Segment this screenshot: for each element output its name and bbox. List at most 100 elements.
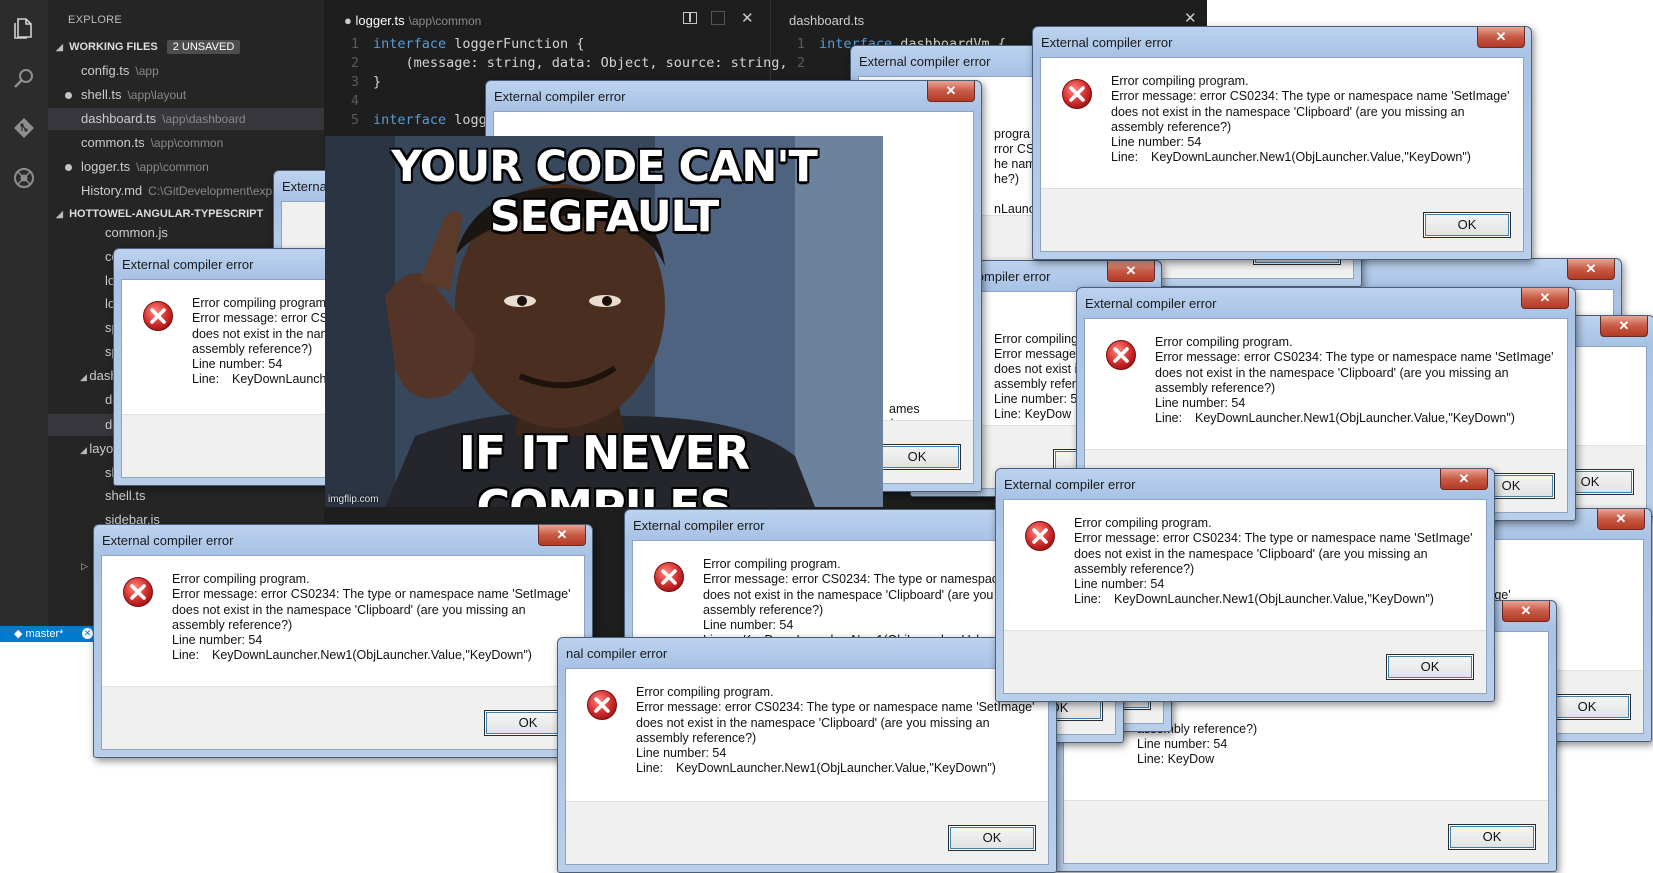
error-message: Error compiling program. Error message: e… — [1155, 335, 1554, 426]
line-number: 1 — [350, 36, 359, 52]
error-icon — [1105, 339, 1137, 371]
error-icon — [122, 576, 154, 608]
error-icon — [1061, 78, 1093, 110]
dialog-footer: OK — [102, 686, 584, 749]
left-editor-tab-bar: ● logger.ts \app\common ✕ — [324, 0, 770, 38]
line-number: 2 — [350, 55, 359, 71]
working-file-item[interactable]: dashboard.ts \app\dashboard — [48, 108, 324, 130]
error-message: Error compiling program. Error message: e… — [1074, 516, 1473, 607]
ok-button[interactable]: OK — [1386, 654, 1474, 680]
error-icon — [586, 689, 618, 721]
dialog-title: nal compiler error — [566, 646, 668, 661]
close-button[interactable]: ✕ — [1597, 509, 1645, 530]
external-compiler-error-dialog[interactable]: External compiler error ✕ Error compiling … — [93, 524, 593, 758]
unsaved-dot-icon — [65, 164, 72, 171]
code-line: (message: string, data: Object, source: … — [373, 55, 788, 71]
error-icon — [142, 300, 174, 332]
tree-item-common-js[interactable]: common.js — [105, 225, 168, 240]
tab-logger-ts[interactable]: ● logger.ts \app\common — [344, 13, 481, 28]
collapsed-triangle-icon[interactable]: ▷ — [81, 561, 88, 572]
dialog-title: External compiler error — [859, 54, 991, 69]
open-changes-icon[interactable] — [711, 11, 725, 25]
close-button[interactable]: ✕ — [1107, 261, 1155, 282]
unsaved-dot-icon — [65, 92, 72, 99]
partial-message-text: Line: KeyDow — [1137, 752, 1215, 766]
close-button[interactable]: ✕ — [1440, 469, 1488, 490]
working-file-item[interactable]: common.ts \app\common — [48, 132, 324, 154]
close-tab-icon[interactable]: ✕ — [741, 9, 754, 27]
dialog-title: External compiler error — [1041, 35, 1173, 50]
ok-button[interactable]: OK — [873, 444, 961, 470]
ok-button[interactable]: OK — [948, 825, 1036, 851]
working-file-item[interactable]: shell.ts \app\layout — [48, 84, 324, 106]
dialog-title: External compiler error — [494, 89, 626, 104]
partial-message-text: Line: KeyDow — [994, 407, 1072, 421]
activity-bar — [0, 0, 48, 626]
project-folder-header[interactable]: ◢ HOTTOWEL-ANGULAR-TYPESCRIPT — [56, 208, 263, 220]
error-message: Error compiling program. Error message: e… — [636, 685, 1035, 776]
dialog-title: External compiler error — [102, 533, 234, 548]
explorer-files-icon[interactable] — [12, 16, 36, 40]
code-line: } — [373, 74, 382, 90]
partial-message-text: Error compiling p — [994, 332, 1089, 346]
unsaved-badge: 2 UNSAVED — [166, 40, 241, 54]
dialog-title: External compiler error — [122, 257, 254, 272]
dialog-footer: OK — [1041, 188, 1523, 251]
dialog-title: External — [282, 179, 330, 194]
tab-dashboard-ts[interactable]: dashboard.ts — [789, 13, 864, 28]
external-compiler-error-dialog[interactable]: nal compiler error✕Error compiling progr… — [557, 637, 1057, 873]
close-button[interactable]: ✕ — [1521, 288, 1569, 309]
close-button[interactable]: ✕ — [927, 81, 975, 102]
dialog-title: External compiler error — [1004, 477, 1136, 492]
tree-folder-dashboard[interactable]: ◢ dash — [80, 368, 118, 383]
ok-button[interactable]: OK — [1423, 212, 1511, 238]
line-number: 2 — [796, 55, 805, 71]
meme-top-text: YOUR CODE CAN'T SEGFAULT — [391, 142, 818, 242]
close-button[interactable]: ✕ — [1502, 601, 1550, 622]
tree-folder-layout[interactable]: ◢ layo — [80, 441, 113, 456]
debug-icon[interactable] — [12, 166, 36, 190]
ok-button[interactable]: OK — [1448, 824, 1536, 850]
error-icon — [653, 561, 685, 593]
working-files-header[interactable]: ◢ WORKING FILES 2 UNSAVED — [56, 40, 241, 54]
working-file-item[interactable]: config.ts \app — [48, 60, 324, 82]
external-compiler-error-dialog[interactable]: External compiler error ✕ Error compiling … — [1032, 26, 1532, 260]
sync-status-icon[interactable]: ✕ — [82, 628, 93, 639]
partial-message-text: Line number: 54 — [994, 392, 1085, 406]
error-icon — [1024, 520, 1056, 552]
code-line: interface loggerFunction { — [373, 36, 585, 52]
close-button[interactable]: ✕ — [1567, 259, 1615, 280]
split-editor-icon[interactable] — [683, 12, 697, 24]
partial-message-text: Line number: 54 — [1137, 737, 1228, 751]
close-button[interactable]: ✕ — [538, 525, 586, 546]
partial-message-text: he nam — [994, 157, 1036, 171]
line-number: 4 — [350, 93, 359, 109]
search-icon[interactable] — [12, 66, 36, 90]
partial-message-text: ames — [889, 402, 920, 416]
dialog-body: Error compiling program. Error message: e… — [101, 555, 585, 750]
git-icon[interactable] — [12, 116, 36, 140]
dialog-title: External compiler error — [633, 518, 765, 533]
dialog-footer: OK — [1004, 630, 1486, 693]
git-branch-indicator[interactable]: ◆ master* — [14, 626, 63, 642]
error-message: Error compiling program. Error message: e… — [172, 572, 571, 663]
line-number: 5 — [350, 112, 359, 128]
meme-bottom-text: IF IT NEVER COMPILES — [458, 426, 750, 507]
close-button[interactable]: ✕ — [1600, 316, 1648, 337]
meme-image: YOUR CODE CAN'T SEGFAULT IF IT NEVER COM… — [325, 136, 883, 507]
expanded-triangle-icon: ◢ — [56, 209, 63, 219]
partial-message-text: does not exist in — [994, 362, 1085, 376]
partial-message-text: he?) — [994, 172, 1020, 186]
close-tab-icon[interactable]: ✕ — [1184, 9, 1197, 27]
dialog-body: Error compiling program. Error message: e… — [1040, 57, 1524, 252]
line-number: 1 — [796, 36, 805, 52]
tree-item-shell-ts[interactable]: shell.ts — [105, 488, 145, 503]
imgflip-watermark: imgflip.com — [328, 494, 379, 505]
external-compiler-error-dialog[interactable]: External compiler error ✕ Error compiling … — [995, 468, 1495, 702]
dialog-title: External compiler error — [1085, 296, 1217, 311]
partial-message-text: progra — [994, 127, 1031, 141]
close-button[interactable]: ✕ — [1477, 27, 1525, 48]
code-line: interface logg — [373, 112, 487, 128]
error-message: Error compiling program. Error message: e… — [1111, 74, 1510, 165]
dialog-footer: OK — [566, 801, 1048, 864]
